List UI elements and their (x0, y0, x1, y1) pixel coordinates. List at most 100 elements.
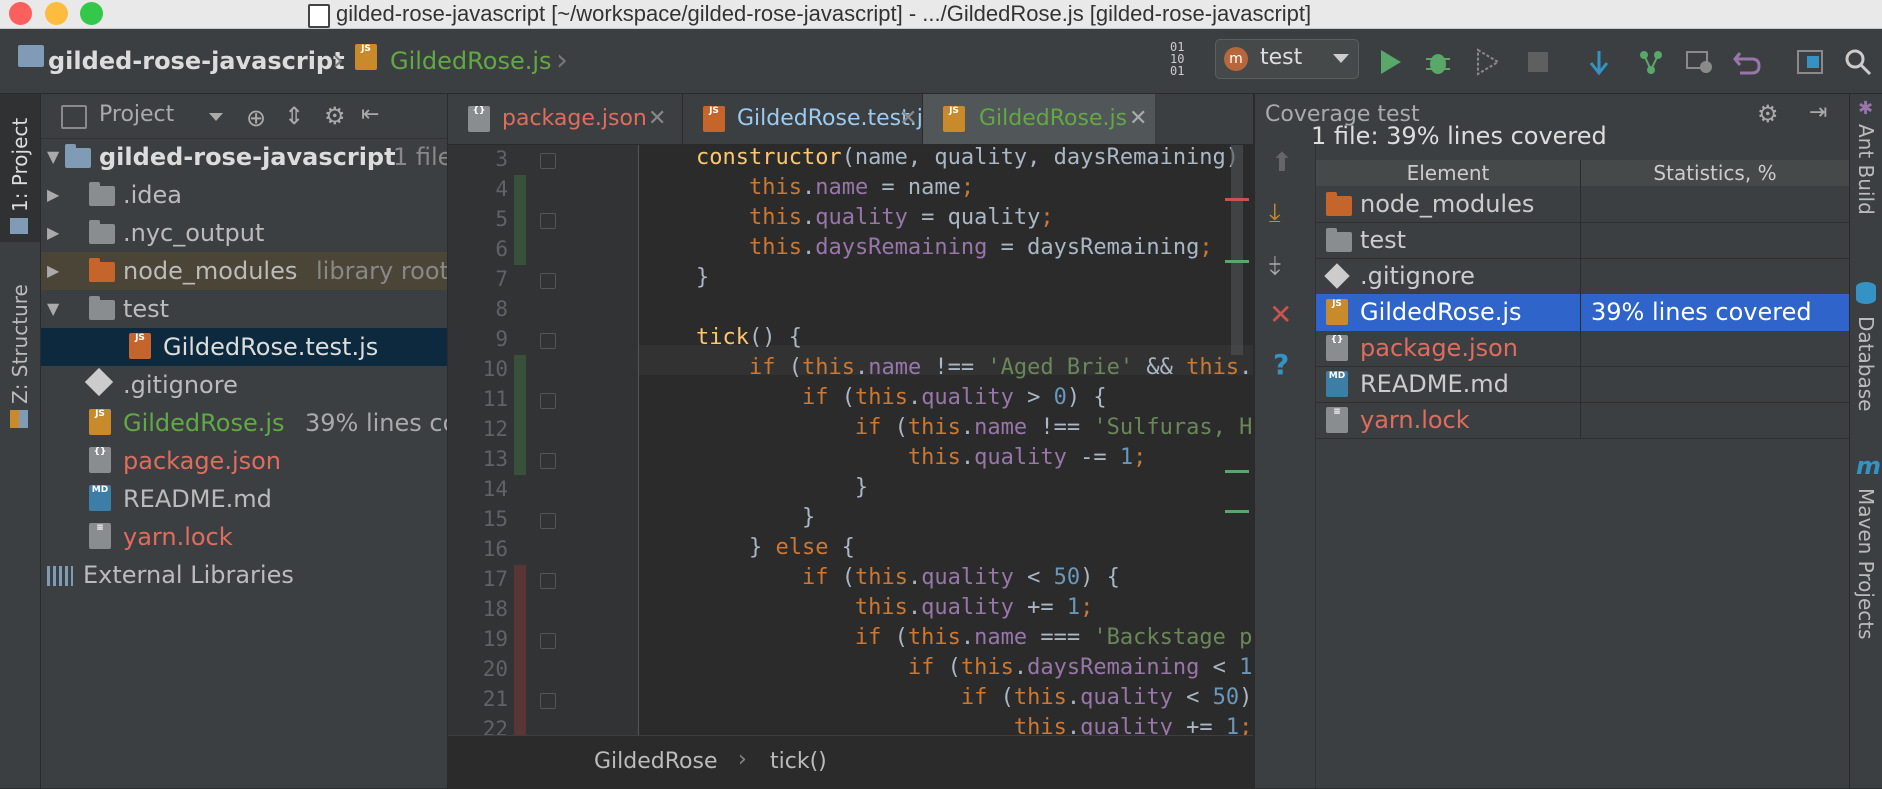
tool-tab-ant-build[interactable]: Ant Build (1854, 124, 1878, 215)
tree-label: .nyc_output (123, 219, 265, 247)
breadcrumb-separator-icon: › (332, 43, 344, 78)
tree-row-readme[interactable]: MD README.md (41, 480, 447, 518)
test-file-icon: JS (703, 106, 725, 132)
column-statistics[interactable]: Statistics, % (1581, 160, 1849, 186)
code-editor[interactable]: constructor(name, quality, daysRemaining… (639, 145, 1253, 735)
breadcrumb-file[interactable]: GildedRose.js (390, 47, 552, 75)
js-file-icon: JS (1326, 299, 1348, 325)
row-element: yarn.lock (1360, 406, 1470, 434)
fold-icon[interactable] (540, 573, 556, 589)
tree-row-gildedrose-js[interactable]: JS GildedRose.js 39% lines covered (41, 404, 447, 442)
folder-icon (89, 220, 115, 244)
database-icon (1856, 282, 1876, 304)
row-element: README.md (1360, 370, 1509, 398)
zoom-window-button[interactable] (80, 2, 103, 25)
table-row[interactable]: node_modules (1316, 186, 1849, 223)
tree-row-test-file[interactable]: JS GildedRose.test.js (41, 328, 447, 366)
tree-row-yarn-lock[interactable]: ≡ yarn.lock (41, 518, 447, 556)
help-icon[interactable]: ? (1273, 348, 1289, 381)
fold-icon[interactable] (540, 453, 556, 469)
avatar: m (1224, 47, 1248, 71)
tab-package-json[interactable]: {} package.json ✕ (448, 94, 680, 144)
gear-icon[interactable]: ⚙ (324, 102, 346, 130)
table-row[interactable]: .gitignore (1316, 258, 1849, 295)
table-row[interactable]: MD README.md (1316, 366, 1849, 403)
row-stat: 39% lines covered (1591, 298, 1812, 326)
binary-toggle-icon[interactable]: 01 10 01 (1170, 41, 1184, 77)
tab-gildedrose-test-js[interactable]: JS GildedRose.test.js ✕ (682, 94, 934, 144)
close-icon[interactable]: ✕ (899, 94, 917, 144)
table-row-selected[interactable]: JS GildedRose.js 39% lines covered (1316, 294, 1849, 331)
view-mode-chevron-down-icon[interactable] (209, 113, 223, 121)
tree-label: node_modules (123, 257, 298, 285)
breadcrumb-class[interactable]: GildedRose (594, 749, 718, 774)
vertical-scrollbar[interactable] (1231, 145, 1243, 355)
breadcrumb-project[interactable]: gilded-rose-javascript (48, 47, 345, 75)
scroll-from-source-icon[interactable]: ⤈ (1269, 250, 1281, 281)
search-everywhere-icon[interactable] (1843, 47, 1873, 77)
tree-row-test[interactable]: ▼ test (41, 290, 447, 328)
close-icon[interactable]: ✕ (648, 94, 666, 144)
run-with-coverage-icon[interactable] (1472, 47, 1502, 77)
tree-row-nyc-output[interactable]: ▶ .nyc_output (41, 214, 447, 252)
tool-tab-maven-projects[interactable]: Maven Projects (1854, 488, 1878, 640)
project-panel-title[interactable]: Project (99, 102, 174, 127)
hide-panel-icon[interactable]: ⇥ (1809, 100, 1827, 125)
table-row[interactable]: {} package.json (1316, 330, 1849, 367)
project-folder-icon (65, 144, 91, 168)
vcs-update-icon[interactable] (1584, 47, 1614, 77)
project-structure-icon[interactable] (1795, 47, 1825, 77)
coverage-covered-marker (514, 175, 526, 205)
table-row[interactable]: ≡ yarn.lock (1316, 402, 1849, 439)
tree-row-external-libraries[interactable]: External Libraries (41, 556, 447, 594)
run-icon[interactable] (1375, 47, 1405, 77)
navigation-bar: gilded-rose-javascript › JS GildedRose.j… (0, 29, 1882, 94)
tool-tab-project[interactable]: 1: Project (8, 118, 32, 212)
vcs-revert-icon[interactable] (1732, 47, 1762, 77)
gear-icon[interactable]: ⚙ (1757, 100, 1779, 128)
project-tool-window: Project ⊕ ⇕ ⚙ ⇤ ▼ gilded-rose-javascript… (41, 94, 448, 788)
tab-gildedrose-js-active[interactable]: JS GildedRose.js ✕ (922, 94, 1155, 144)
fold-icon[interactable] (540, 633, 556, 649)
tree-row-node-modules[interactable]: ▶ node_modules library root (41, 252, 447, 290)
line-number: 21 (482, 687, 508, 711)
import-data-icon[interactable]: ⤓ (1269, 198, 1281, 229)
close-icon[interactable]: ✕ (1269, 298, 1292, 331)
fold-icon[interactable] (540, 213, 556, 229)
tree-label: README.md (123, 485, 272, 513)
text-file-icon: ≡ (1326, 407, 1348, 433)
git-file-icon (84, 367, 114, 397)
fold-icon[interactable] (540, 153, 556, 169)
locate-file-icon[interactable]: ⊕ (246, 104, 266, 132)
column-element[interactable]: Element (1316, 160, 1581, 186)
tool-tab-structure[interactable]: Z: Structure (8, 284, 32, 404)
debug-icon[interactable] (1423, 47, 1453, 77)
tree-row-gitignore[interactable]: .gitignore (41, 366, 447, 404)
collapse-all-icon[interactable]: ⇕ (284, 102, 304, 130)
window-title: gilded-rose-javascript [~/workspace/gild… (336, 1, 1312, 26)
tree-label: GildedRose.test.js (163, 333, 379, 361)
tree-row-idea[interactable]: ▶ .idea (41, 176, 447, 214)
run-configuration-select[interactable]: m test (1215, 39, 1359, 79)
vcs-history-icon[interactable] (1684, 47, 1714, 77)
fold-icon[interactable] (540, 693, 556, 709)
hide-panel-icon[interactable]: ⇤ (361, 102, 379, 127)
close-icon[interactable]: ✕ (1129, 94, 1147, 144)
tree-row-package-json[interactable]: {} package.json (41, 442, 447, 480)
breadcrumb-method[interactable]: tick() (770, 749, 827, 774)
navigate-up-icon[interactable]: ⬆ (1271, 148, 1293, 178)
fold-icon[interactable] (540, 333, 556, 349)
table-row[interactable]: test (1316, 222, 1849, 259)
fold-icon[interactable] (540, 513, 556, 529)
close-window-button[interactable] (9, 2, 32, 25)
line-number: 4 (495, 177, 508, 201)
tool-tab-database[interactable]: Database (1854, 316, 1878, 411)
fold-icon[interactable] (540, 273, 556, 289)
line-number: 15 (482, 507, 508, 531)
fold-icon[interactable] (540, 393, 556, 409)
minimize-window-button[interactable] (45, 2, 68, 25)
vcs-commit-icon[interactable] (1636, 47, 1666, 77)
breadcrumb-end-icon: › (556, 43, 568, 78)
tree-row-root[interactable]: ▼ gilded-rose-javascript 1 file (41, 138, 447, 176)
stop-icon[interactable] (1523, 47, 1553, 77)
